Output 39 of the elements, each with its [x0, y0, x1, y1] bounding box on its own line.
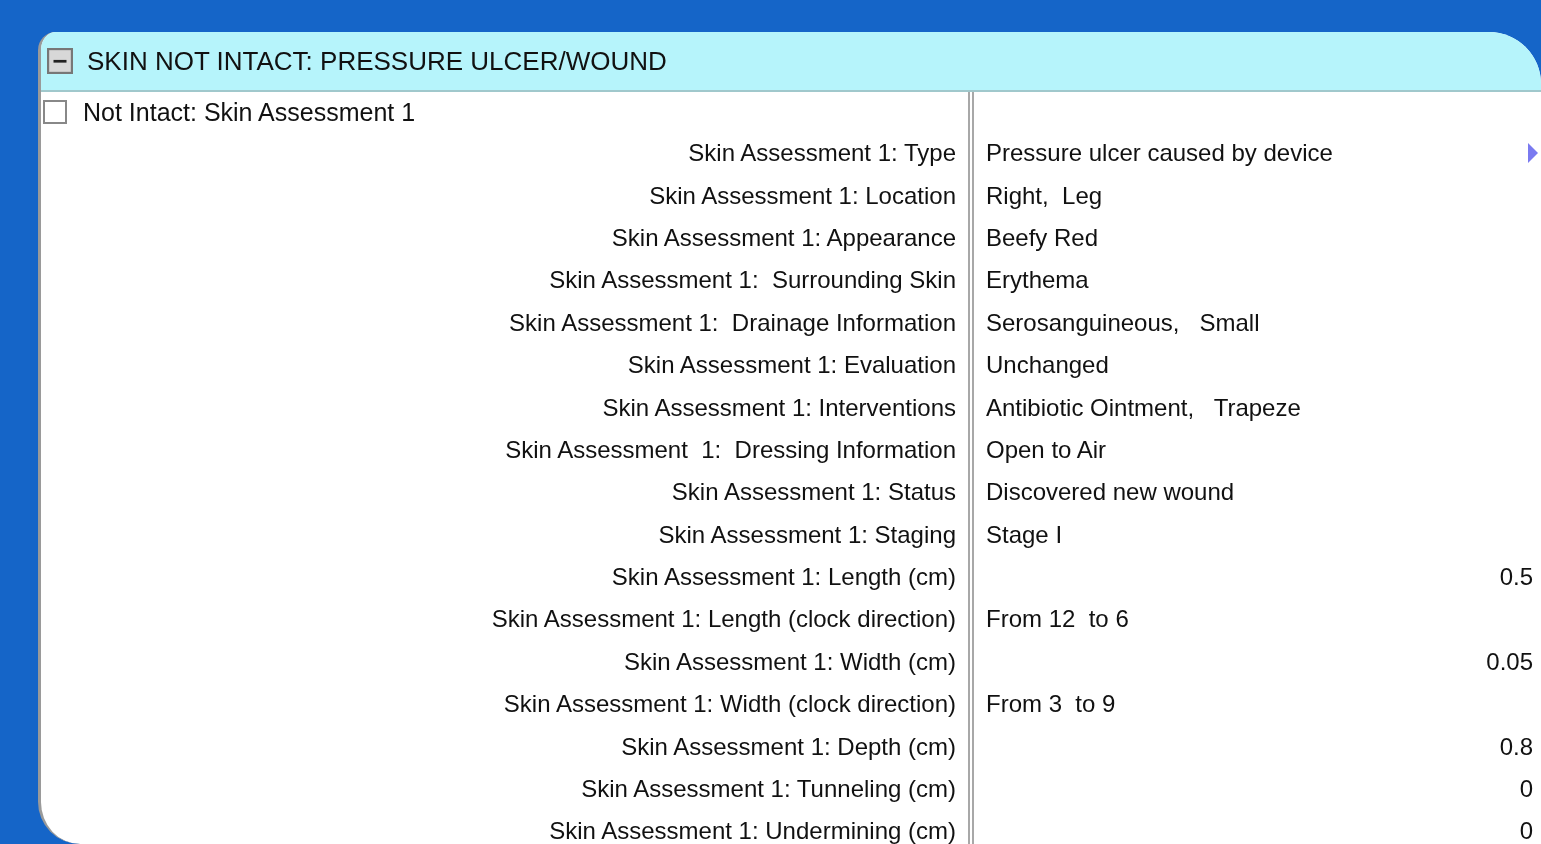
field-label: Skin Assessment 1: Interventions	[602, 393, 956, 422]
field-value: Right, Leg	[986, 181, 1103, 210]
field-value: 0.8	[1499, 732, 1533, 761]
field-label: Skin Assessment 1: Drainage Information	[509, 308, 956, 337]
section-title: SKIN NOT INTACT: PRESSURE ULCER/WOUND	[87, 45, 667, 77]
field-label: Skin Assessment 1: Dressing Information	[505, 435, 956, 464]
field-value: 0.5	[1499, 563, 1533, 592]
field-value: From 12 to 6	[986, 605, 1129, 634]
field-value: Antibiotic Ointment, Trapeze	[986, 393, 1301, 422]
field-value: Pressure ulcer caused by device	[986, 139, 1333, 168]
field-value: Erythema	[986, 266, 1089, 295]
field-label: Skin Assessment 1: Width (cm)	[623, 647, 956, 676]
field-value: Open to Air	[986, 435, 1107, 464]
field-value: Unchanged	[986, 351, 1109, 380]
checkbox[interactable]	[43, 100, 67, 124]
field-label: Skin Assessment 1: Staging	[658, 520, 956, 549]
field-value: 0	[1519, 775, 1533, 804]
field-label: Skin Assessment 1: Length (clock direction)	[491, 605, 956, 634]
checkbox-label: Not Intact: Skin Assessment 1	[83, 97, 416, 127]
field-value: Stage I	[986, 520, 1063, 549]
field-label: Skin Assessment 1: Appearance	[611, 223, 956, 252]
field-label: Skin Assessment 1: Location	[649, 181, 956, 210]
field-value: From 3 to 9	[986, 690, 1116, 719]
field-value: 0	[1519, 817, 1533, 844]
field-label: Skin Assessment 1: Surrounding Skin	[549, 266, 956, 295]
field-label: Skin Assessment 1: Type	[688, 139, 956, 168]
field-label: Skin Assessment 1: Length (cm)	[611, 563, 956, 592]
field-value: Serosanguineous, Small	[986, 308, 1260, 337]
field-value: 0.05	[1486, 647, 1533, 676]
collapse-toggle-icon[interactable]	[47, 48, 73, 74]
field-value: Discovered new wound	[986, 478, 1235, 507]
expand-arrow-icon[interactable]	[1527, 142, 1539, 165]
field-label: Skin Assessment 1: Width (clock direction)	[503, 690, 956, 719]
field-label: Skin Assessment 1: Tunneling (cm)	[581, 775, 956, 804]
field-label: Skin Assessment 1: Status	[671, 478, 956, 507]
field-label: Skin Assessment 1: Evaluation	[627, 351, 956, 380]
field-label: Skin Assessment 1: Undermining (cm)	[549, 817, 956, 844]
field-label: Skin Assessment 1: Depth (cm)	[621, 732, 956, 761]
field-value: Beefy Red	[986, 223, 1099, 252]
